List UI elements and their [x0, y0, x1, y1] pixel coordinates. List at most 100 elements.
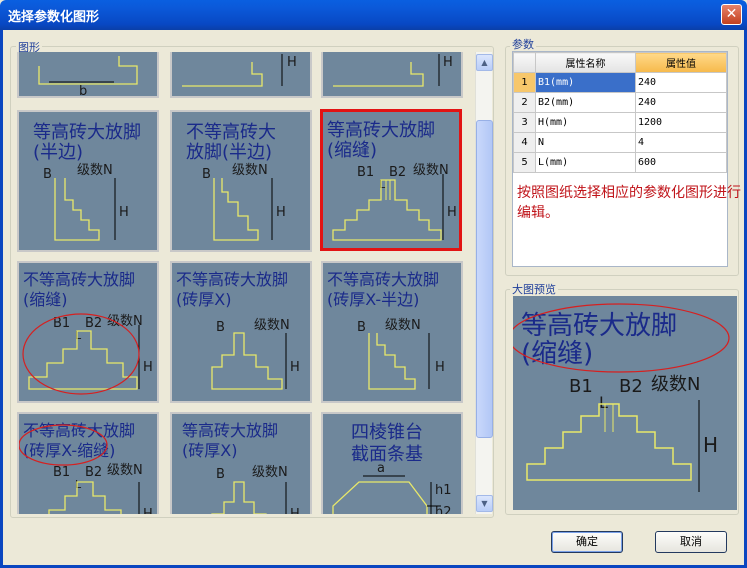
thumbnail-8-line2: (砖厚X-半边) — [327, 290, 419, 309]
thumbnail-7-label-2: H — [290, 360, 300, 375]
cancel-button[interactable]: 取消 — [655, 531, 727, 553]
row-index: 1 — [513, 72, 536, 93]
preview-label-2: B2 — [619, 376, 643, 397]
thumbnail-9-label-3: L — [75, 478, 82, 491]
thumbnail-3-line1: 等高砖大放脚 — [33, 122, 141, 143]
param-name[interactable]: B1(mm) — [535, 72, 636, 93]
table-row[interactable]: 3 H(mm) 1200 — [513, 112, 727, 133]
thumbnail-grid: b H H 等高砖大放脚 (半边) B 级数N H 不等高砖大 放脚(半边) B… — [13, 52, 475, 514]
thumbnail-0[interactable]: b — [17, 52, 159, 98]
param-value[interactable]: 4 — [635, 132, 727, 153]
ok-button[interactable]: 确定 — [551, 531, 623, 553]
thumbnail-4-label-1: 级数N — [232, 163, 268, 178]
params-header-corner — [513, 52, 536, 73]
scroll-thumb[interactable] — [476, 120, 493, 438]
thumbnail-5-line2: (缩缝) — [327, 140, 377, 161]
row-index: 5 — [513, 152, 536, 173]
thumbnail-9-line2: (砖厚X-缩缝) — [23, 441, 115, 460]
thumbnail-7-label-0: B — [216, 320, 225, 335]
thumbnail-11-label-1: h1 — [435, 483, 452, 498]
thumbnail-11-label-0: a — [377, 461, 385, 476]
scroll-down-button[interactable]: ▼ — [476, 495, 493, 512]
thumbnail-9-line1: 不等高砖大放脚 — [23, 421, 135, 440]
thumbnail-9-label-4: H — [143, 507, 153, 514]
thumbnail-11-line2: 截面条基 — [351, 444, 423, 465]
params-header-row: 属性名称 属性值 — [513, 52, 727, 73]
thumbnail-2[interactable]: H — [321, 52, 463, 98]
param-value[interactable]: 240 — [635, 72, 727, 93]
thumbnail-11[interactable]: 四棱锥台 截面条基 a h1 h2 — [321, 412, 463, 514]
table-row[interactable]: 1 B1(mm) 240 — [513, 72, 727, 93]
thumbnail-7-line2: (砖厚X) — [176, 290, 231, 309]
close-button[interactable]: ✕ — [721, 4, 742, 25]
thumbnail-8-label-0: B — [357, 320, 366, 335]
thumbnail-5-label-1: B2 — [389, 165, 406, 180]
thumbnail-6-label-4: H — [143, 360, 153, 375]
param-name[interactable]: B2(mm) — [535, 92, 636, 113]
preview-label-4: H — [703, 433, 718, 457]
thumbnail-3-label-1: 级数N — [77, 163, 113, 178]
thumbnail-8-label-2: H — [435, 360, 445, 375]
preview-line2: (缩缝) — [521, 339, 593, 369]
thumbnail-7-label-1: 级数N — [254, 318, 290, 333]
preview-label-1: L — [599, 393, 608, 412]
thumbnail-10-line1: 等高砖大放脚 — [182, 421, 278, 440]
window-title: 选择参数化图形 — [8, 10, 100, 25]
table-row[interactable]: 4 N 4 — [513, 132, 727, 153]
param-name[interactable]: H(mm) — [535, 112, 636, 133]
row-index: 4 — [513, 132, 536, 153]
thumbnail-7-line1: 不等高砖大放脚 — [176, 270, 288, 289]
thumbnail-10-line2: (砖厚X) — [182, 441, 237, 460]
params-header-value[interactable]: 属性值 — [635, 52, 727, 73]
thumbnail-3[interactable]: 等高砖大放脚 (半边) B 级数N H — [17, 110, 159, 252]
title-bar: 选择参数化图形 ✕ — [0, 0, 747, 30]
thumbnail-5[interactable]: 等高砖大放脚 (缩缝) B1 B2 级数N L H — [320, 109, 462, 251]
row-index: 2 — [513, 92, 536, 113]
thumbnail-4-line2: 放脚(半边) — [186, 142, 272, 163]
thumbnail-9-label-2: 级数N — [107, 463, 143, 478]
thumbnail-8[interactable]: 不等高砖大放脚 (砖厚X-半边) B 级数N H — [321, 261, 463, 403]
thumbnail-8-label-1: 级数N — [385, 318, 421, 333]
table-row[interactable]: 5 L(mm) 600 — [513, 152, 727, 173]
param-name[interactable]: L(mm) — [535, 152, 636, 173]
thumbnail-scrollbar[interactable]: ▲ ▼ — [475, 52, 493, 514]
preview-group-label: 大图预览 — [510, 281, 558, 297]
params-header-name[interactable]: 属性名称 — [535, 52, 636, 73]
preview-label-0: B1 — [569, 376, 593, 397]
params-table: 属性名称 属性值 1 B1(mm) 240 2 B2(mm) 240 3 H(m… — [513, 52, 727, 173]
scroll-up-button[interactable]: ▲ — [476, 54, 493, 71]
param-value[interactable]: 600 — [635, 152, 727, 173]
thumbnail-10-label-2: H — [290, 507, 300, 514]
thumbnail-4[interactable]: 不等高砖大 放脚(半边) B 级数N H — [170, 110, 312, 252]
thumbnail-1-label-0: H — [287, 55, 297, 70]
table-row[interactable]: 2 B2(mm) 240 — [513, 92, 727, 113]
param-value[interactable]: 240 — [635, 92, 727, 113]
thumbnail-9-label-1: B2 — [85, 465, 102, 480]
thumbnail-6-label-1: B2 — [85, 316, 102, 331]
param-name[interactable]: N — [535, 132, 636, 153]
thumbnail-8-line1: 不等高砖大放脚 — [327, 270, 439, 289]
thumbnail-7[interactable]: 不等高砖大放脚 (砖厚X) B 级数N H — [170, 261, 312, 403]
thumbnail-10-label-0: B — [216, 467, 225, 482]
thumbnail-2-label-0: H — [443, 55, 453, 70]
thumbnail-6[interactable]: 不等高砖大放脚 (缩缝) B1 B2 级数N L H — [17, 261, 159, 403]
thumbnail-4-line1: 不等高砖大 — [186, 122, 276, 143]
thumbnail-6-label-2: 级数N — [107, 314, 143, 329]
thumbnail-6-line1: 不等高砖大放脚 — [23, 270, 135, 289]
thumbnail-4-label-0: B — [202, 167, 211, 182]
thumbnail-0-label-0: b — [79, 84, 87, 96]
thumbnail-1[interactable]: H — [170, 52, 312, 98]
hint-text: 按照图纸选择相应的参数化图形进行编辑。 — [517, 185, 741, 221]
preview-line1: 等高砖大放脚 — [521, 311, 677, 341]
thumbnail-10-label-1: 级数N — [252, 465, 288, 480]
thumbnail-5-label-0: B1 — [357, 165, 374, 180]
preview-label-3: 级数N — [651, 374, 700, 395]
param-value[interactable]: 1200 — [635, 112, 727, 133]
thumbnail-11-line1: 四棱锥台 — [351, 422, 423, 443]
thumbnail-5-line1: 等高砖大放脚 — [327, 120, 435, 141]
thumbnail-5-label-4: H — [447, 205, 457, 220]
thumbnail-6-line2: (缩缝) — [23, 290, 68, 309]
thumbnail-3-line2: (半边) — [33, 142, 83, 163]
thumbnail-10[interactable]: 等高砖大放脚 (砖厚X) B 级数N H — [170, 412, 312, 514]
thumbnail-9[interactable]: 不等高砖大放脚 (砖厚X-缩缝) B1 B2 级数N L H — [17, 412, 159, 514]
